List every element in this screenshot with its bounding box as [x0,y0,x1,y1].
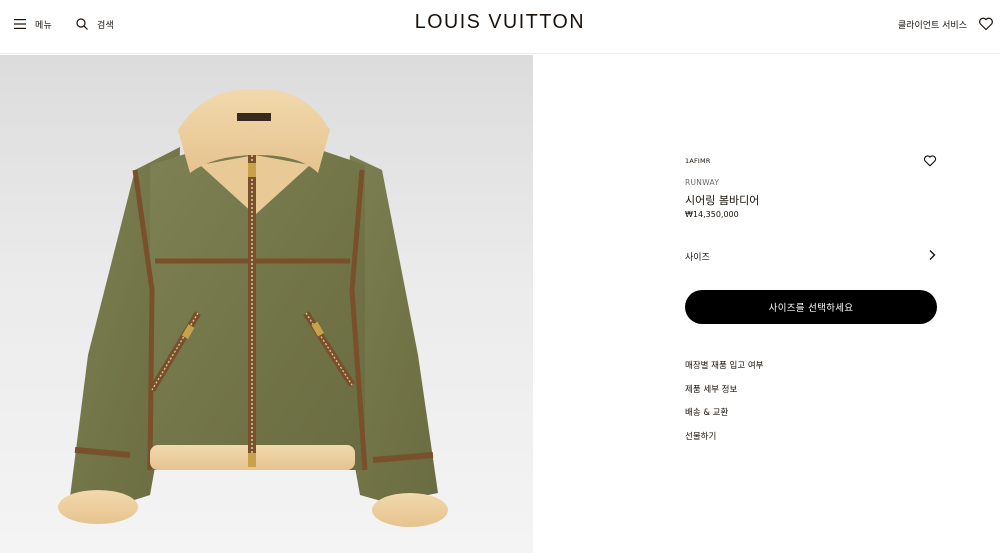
client-service-link[interactable]: 클라이언트 서비스 [898,0,967,48]
delivery-returns-link[interactable]: 배송 & 교환 [685,406,764,430]
select-size-button[interactable]: 사이즈를 선택하세요 [685,290,937,324]
jacket-image [58,88,448,527]
store-availability-link[interactable]: 매장별 재품 입고 여부 [685,359,764,383]
chevron-right-icon [929,250,936,260]
wishlist-heart-icon[interactable] [978,16,994,32]
add-to-wishlist-heart-icon[interactable] [923,154,937,168]
size-label: 사이즈 [685,253,710,263]
product-links: 매장별 재품 입고 여부 제품 세부 정보 배송 & 교환 선물하기 [685,359,764,453]
product-collection: RUNWAY [685,178,720,187]
size-selector[interactable]: 사이즈 [685,248,937,264]
site-header: 메뉴 검색 LOUIS VUITTON 클라이언트 서비스 [0,0,1000,54]
brand-logo[interactable]: LOUIS VUITTON [0,11,1000,34]
product-details-link[interactable]: 제품 세부 정보 [685,383,764,407]
product-name: 시어링 봄바디어 [685,194,760,207]
gifting-link[interactable]: 선물하기 [685,430,764,454]
product-price: ₩14,350,000 [685,210,739,219]
product-image[interactable] [0,55,533,553]
product-info-panel: 1AFIMR RUNWAY 시어링 봄바디어 ₩14,350,000 사이즈 사… [533,55,1000,553]
product-sku: 1AFIMR [685,157,711,165]
